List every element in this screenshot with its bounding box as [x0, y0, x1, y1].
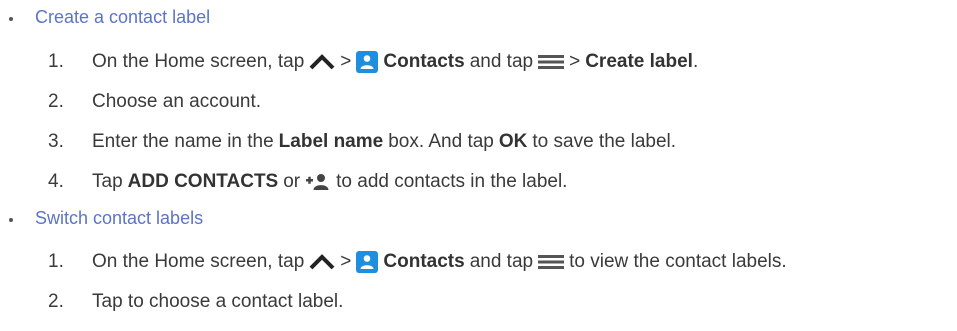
step: 2. Choose an account.: [0, 87, 957, 117]
step-text: Tap to choose a contact label.: [92, 291, 343, 313]
text-bold: Contacts: [383, 51, 465, 72]
step-number: 1.: [48, 51, 64, 72]
text-fragment: and tap: [469, 251, 534, 272]
add-contact-icon: [305, 172, 331, 192]
text-fragment: >: [340, 251, 352, 272]
text-fragment: .: [692, 51, 699, 72]
step-number: 1.: [48, 251, 64, 272]
text-bold: Label name: [278, 131, 384, 152]
step: 1. On the Home screen, tap > Contacts an…: [0, 47, 957, 77]
text-fragment: to view the contact labels.: [569, 251, 787, 272]
text-bold: ADD CONTACTS: [127, 171, 279, 192]
text-fragment: and tap: [469, 51, 534, 72]
text-fragment: >: [569, 51, 581, 72]
bullet: [9, 218, 13, 222]
list-item-switch-labels-heading: Switch contact labels: [0, 205, 957, 235]
step-number: 4.: [48, 171, 64, 192]
text-bold: Contacts: [383, 251, 465, 272]
contacts-app-icon: [356, 51, 379, 73]
list-item-create-label-heading: Create a contact label: [0, 4, 957, 34]
contacts-app-icon: [356, 251, 379, 273]
step: 2. Tap to choose a contact label.: [0, 287, 957, 317]
text-bold: Create label: [585, 51, 693, 72]
menu-icon: [538, 54, 565, 70]
step-number: 3.: [48, 131, 64, 152]
text-fragment: Choose an account.: [92, 91, 262, 112]
text-bold: OK: [498, 131, 528, 152]
section-heading[interactable]: Switch contact labels: [35, 208, 203, 229]
bullet: [9, 17, 13, 21]
step: 3. Enter the name in the Label name box.…: [0, 127, 957, 157]
step-number: 2.: [48, 91, 64, 112]
text-fragment: >: [340, 51, 352, 72]
step: 4. Tap ADD CONTACTS or to add contacts i…: [0, 167, 957, 197]
text-fragment: or: [283, 171, 301, 192]
step-text: On the Home screen, tap > Contacts and t…: [92, 251, 787, 273]
chevron-up-icon: [309, 53, 335, 71]
step-number: 2.: [48, 291, 64, 312]
menu-icon: [538, 254, 565, 270]
text-fragment: Enter the name in the: [92, 131, 274, 152]
text-fragment: On the Home screen, tap: [92, 251, 305, 272]
chevron-up-icon: [309, 253, 335, 271]
text-fragment: On the Home screen, tap: [92, 51, 305, 72]
text-fragment: Tap: [92, 171, 123, 192]
text-fragment: box. And tap: [388, 131, 494, 152]
text-fragment: to save the label.: [532, 131, 677, 152]
step-text: Enter the name in the Label name box. An…: [92, 131, 676, 153]
section-heading[interactable]: Create a contact label: [35, 7, 210, 28]
step-text: On the Home screen, tap > Contacts and t…: [92, 51, 698, 73]
step-text: Choose an account.: [92, 91, 261, 113]
step-text: Tap ADD CONTACTS or to add contacts in t…: [92, 171, 567, 193]
step: 1. On the Home screen, tap > Contacts an…: [0, 247, 957, 277]
text-fragment: to add contacts in the label.: [336, 171, 568, 192]
text-fragment: Tap to choose a contact label.: [92, 291, 344, 312]
